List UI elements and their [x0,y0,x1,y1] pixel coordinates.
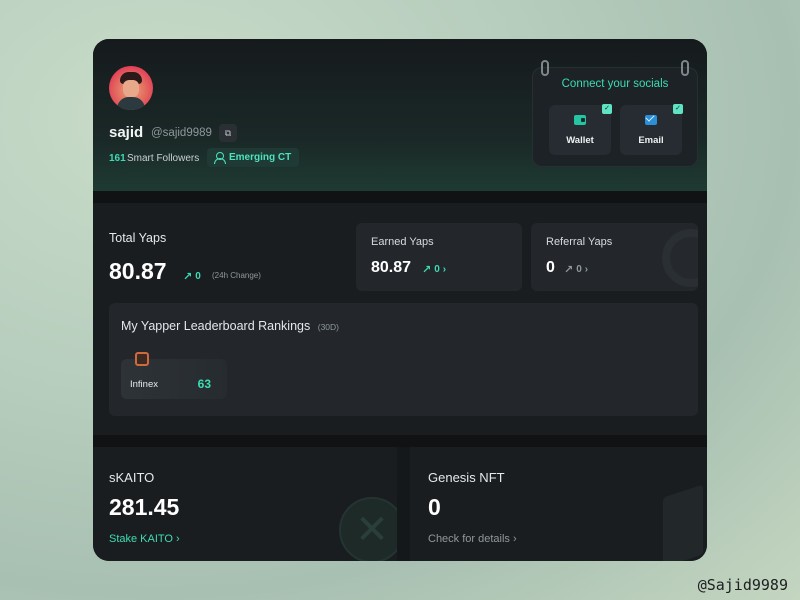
email-label: Email [638,135,664,146]
total-yaps-value: 80.87 [109,258,167,284]
avatar[interactable] [109,66,153,110]
chevron-right-icon[interactable]: › [443,264,446,275]
socials-title: Connect your socials [561,78,669,90]
trend-up-icon: ↗ [422,264,432,276]
entry-name: Infinex [130,379,158,390]
check-details-link-text: Check for details [428,533,510,545]
smart-followers-label: Smart Followers [127,153,200,164]
genesis-label: Genesis NFT [428,470,505,485]
referral-yaps-value: 0 [546,259,555,276]
wallet-icon [574,115,586,125]
skaito-label: sKAITO [109,470,155,485]
earned-yaps-card[interactable]: Earned Yaps 80.87 ↗ 0 › [356,223,522,291]
copy-icon[interactable]: ⧉ [219,124,237,142]
referral-yaps-card[interactable]: Referral Yaps 0 ↗ 0 › [531,223,698,291]
genesis-nft-card: Genesis NFT 0 Check for details › [410,447,707,561]
entry-rank: 63 [197,377,211,391]
divider [93,435,707,447]
earned-yaps-value: 80.87 [371,259,412,276]
connect-socials-panel: Connect your socials ✓ Wallet ✓ Email [532,60,698,167]
wallet-button[interactable]: ✓ Wallet [549,104,612,155]
change-note: (24h Change) [212,271,261,280]
email-button[interactable]: ✓ Email [620,104,683,155]
wallet-label: Wallet [566,135,594,146]
trend-up-icon: ↗ [564,264,574,276]
referral-yaps-change-value: 0 [576,264,582,275]
check-icon: ✓ [673,104,683,114]
profile-header: sajid @sajid9989 ⧉ 161 Smart Followers E… [93,39,707,191]
leaderboard-title-text: My Yapper Leaderboard Rankings [121,319,311,333]
watermark: @Sajid9989 [697,576,788,594]
user-handle: @sajid9989 [151,127,212,139]
yaps-section: Total Yaps 80.87 ↗ 0 (24h Change) Earned… [93,203,707,435]
referral-yaps-change: ↗ 0 › [564,263,588,276]
binder-ring-icon [541,60,549,76]
total-yaps-label: Total Yaps [109,231,167,245]
earned-yaps-change-value: 0 [434,264,440,275]
person-icon [214,152,226,164]
leaderboard-period: (30D) [317,322,339,332]
leaderboard-panel: My Yapper Leaderboard Rankings (30D) Inf… [109,303,698,416]
username: sajid [109,124,144,141]
chevron-right-icon[interactable]: › [585,264,588,275]
genesis-value: 0 [428,494,441,520]
divider [93,191,707,203]
total-yaps-change: ↗ 0 [183,270,201,283]
stake-kaito-link-text: Stake KAITO [109,533,173,545]
profile-card: sajid @sajid9989 ⧉ 161 Smart Followers E… [93,39,707,561]
decorative-coin-icon [662,229,698,287]
earned-yaps-label: Earned Yaps [371,236,434,248]
infinex-logo-icon [135,352,149,366]
nft-box-icon [663,484,703,561]
skaito-value: 281.45 [109,494,180,520]
stake-kaito-link[interactable]: Stake KAITO › [109,533,180,545]
leaderboard-title: My Yapper Leaderboard Rankings (30D) [121,319,339,333]
earned-yaps-change: ↗ 0 › [422,263,446,276]
kaito-coin-icon: ✕ [339,497,397,561]
referral-yaps-label: Referral Yaps [546,236,613,248]
check-icon: ✓ [602,104,612,114]
skaito-card: ✕ sKAITO 281.45 Stake KAITO › [93,447,397,561]
check-details-link[interactable]: Check for details › [428,533,517,545]
trend-up-icon: ↗ [183,271,193,283]
emerging-ct-badge: Emerging CT [207,148,300,167]
email-icon [645,115,657,125]
leaderboard-entry[interactable]: Infinex 63 [121,352,227,399]
binder-ring-icon [681,60,689,76]
smart-followers-count: 161 [109,153,126,164]
total-yaps-change-value: 0 [195,271,201,282]
badge-label: Emerging CT [229,152,292,163]
